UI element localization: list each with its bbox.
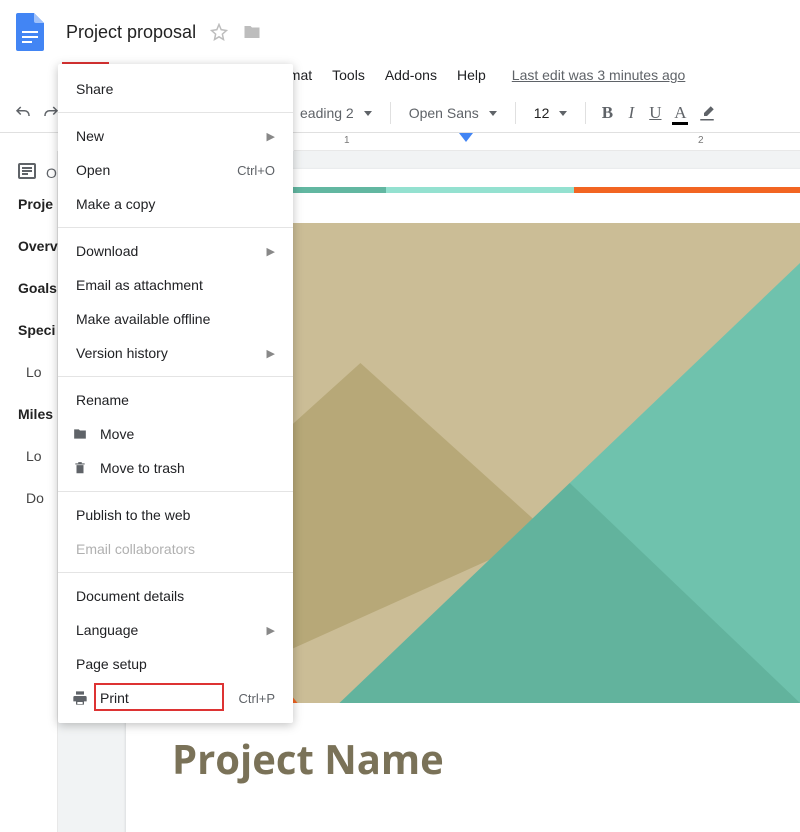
strip-segment (574, 187, 800, 193)
outline-label: O (46, 165, 57, 181)
menu-addons[interactable]: Add-ons (375, 63, 447, 87)
print-icon (70, 690, 90, 706)
menu-language[interactable]: Language▶ (58, 613, 293, 647)
ruler[interactable]: 1 2 (294, 133, 800, 151)
submenu-arrow-icon: ▶ (267, 245, 275, 258)
font-size-value: 12 (534, 105, 550, 121)
chevron-down-icon (489, 111, 497, 116)
titlebar: Project proposal (0, 0, 800, 56)
outline-item[interactable]: Lo (18, 364, 57, 380)
outline-item[interactable]: Miles (18, 406, 57, 422)
submenu-arrow-icon: ▶ (267, 347, 275, 360)
menu-move-to-trash[interactable]: Move to trash (58, 451, 293, 485)
outline-panel: O Proje Overv Goals Speci Lo Miles Lo Do (0, 151, 58, 832)
outline-item[interactable]: Do (18, 490, 57, 506)
last-edit-link[interactable]: Last edit was 3 minutes ago (512, 67, 686, 83)
menu-share[interactable]: Share (58, 72, 293, 106)
outline-item[interactable]: Goals (18, 280, 57, 296)
indent-marker-icon[interactable] (459, 133, 473, 150)
menu-publish-web[interactable]: Publish to the web (58, 498, 293, 532)
ruler-mark: 1 (344, 135, 350, 146)
menu-open[interactable]: OpenCtrl+O (58, 153, 293, 187)
shortcut-label: Ctrl+P (239, 691, 275, 706)
docs-logo-icon[interactable] (12, 8, 48, 56)
font-family-select[interactable]: Open Sans (403, 103, 503, 123)
outline-item[interactable]: Overv (18, 238, 57, 254)
menu-separator (58, 227, 293, 228)
submenu-arrow-icon: ▶ (267, 624, 275, 637)
italic-button[interactable]: I (622, 103, 640, 123)
menu-page-setup[interactable]: Page setup (58, 647, 293, 681)
menu-version-history[interactable]: Version history▶ (58, 336, 293, 370)
menu-separator (58, 572, 293, 573)
outline-icon[interactable] (18, 163, 36, 182)
menu-separator (58, 112, 293, 113)
text-color-button[interactable]: A (670, 103, 690, 123)
strip-segment (386, 187, 574, 193)
menu-make-copy[interactable]: Make a copy (58, 187, 293, 221)
menu-help[interactable]: Help (447, 63, 496, 87)
toolbar-separator (515, 102, 516, 124)
ruler-mark: 2 (698, 135, 704, 146)
menu-print[interactable]: Print Ctrl+P (58, 681, 293, 715)
menu-separator (58, 491, 293, 492)
menu-new[interactable]: New▶ (58, 119, 293, 153)
chevron-down-icon (364, 111, 372, 116)
menu-download[interactable]: Download▶ (58, 234, 293, 268)
bold-button[interactable]: B (598, 103, 616, 123)
font-size-select[interactable]: 12 (528, 103, 574, 123)
paragraph-style-select[interactable]: eading 2 (294, 103, 378, 123)
menu-available-offline[interactable]: Make available offline (58, 302, 293, 336)
trash-icon (70, 460, 90, 476)
menu-separator (58, 376, 293, 377)
underline-button[interactable]: U (646, 103, 664, 123)
menu-tools[interactable]: Tools (322, 63, 375, 87)
folder-icon (70, 427, 90, 441)
shortcut-label: Ctrl+O (237, 163, 275, 178)
chevron-down-icon (559, 111, 567, 116)
highlight-color-button[interactable] (696, 104, 718, 122)
move-folder-icon[interactable] (242, 23, 262, 41)
menu-document-details[interactable]: Document details (58, 579, 293, 613)
star-icon[interactable] (210, 23, 228, 41)
menu-email-collaborators: Email collaborators (58, 532, 293, 566)
paragraph-style-value: eading 2 (300, 105, 354, 121)
outline-item[interactable]: Lo (18, 448, 57, 464)
document-title[interactable]: Project proposal (66, 22, 196, 43)
font-family-value: Open Sans (409, 105, 479, 121)
document-heading[interactable]: Project Name (172, 731, 800, 786)
toolbar-separator (585, 102, 586, 124)
outline-item[interactable]: Speci (18, 322, 57, 338)
outline-item[interactable]: Proje (18, 196, 57, 212)
menu-rename[interactable]: Rename (58, 383, 293, 417)
menu-email-attachment[interactable]: Email as attachment (58, 268, 293, 302)
undo-icon[interactable] (12, 102, 34, 124)
toolbar-separator (390, 102, 391, 124)
menu-move[interactable]: Move (58, 417, 293, 451)
submenu-arrow-icon: ▶ (267, 130, 275, 143)
file-menu-dropdown: Share New▶ OpenCtrl+O Make a copy Downlo… (58, 64, 293, 723)
